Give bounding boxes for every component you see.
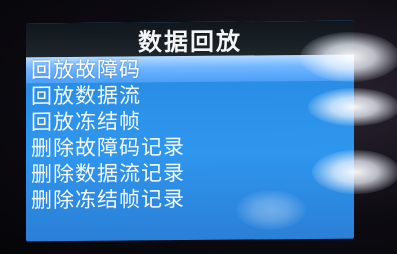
menu-item-delete-dtc-records[interactable]: 删除故障码记录: [26, 133, 354, 162]
menu-item-replay-freeze-frame[interactable]: 回放冻结帧: [26, 107, 354, 136]
menu-item-label: 回放冻结帧: [31, 109, 141, 135]
menu-item-label: 删除故障码记录: [31, 135, 185, 161]
menu-item-replay-data-stream[interactable]: 回放数据流: [26, 81, 354, 110]
page-title: 数据回放: [138, 27, 242, 56]
menu-item-delete-data-stream-records[interactable]: 删除数据流记录: [26, 159, 354, 188]
menu-item-label: 回放数据流: [31, 83, 141, 109]
menu-list: 回放故障码 回放数据流 回放冻结帧 删除故障码记录 删除数据流记录 删除冻结帧记…: [26, 54, 354, 214]
title-bar: 数据回放: [26, 20, 354, 58]
menu-item-delete-freeze-frame-records[interactable]: 删除冻结帧记录: [26, 185, 354, 214]
menu-item-label: 删除冻结帧记录: [31, 187, 185, 213]
menu-item-label: 删除数据流记录: [31, 161, 185, 187]
menu-item-replay-dtc[interactable]: 回放故障码: [26, 54, 354, 84]
menu-item-label: 回放故障码: [31, 57, 141, 83]
device-screen: 数据回放 回放故障码 回放数据流 回放冻结帧 删除故障码记录 删除数据流记录 删…: [26, 20, 354, 242]
